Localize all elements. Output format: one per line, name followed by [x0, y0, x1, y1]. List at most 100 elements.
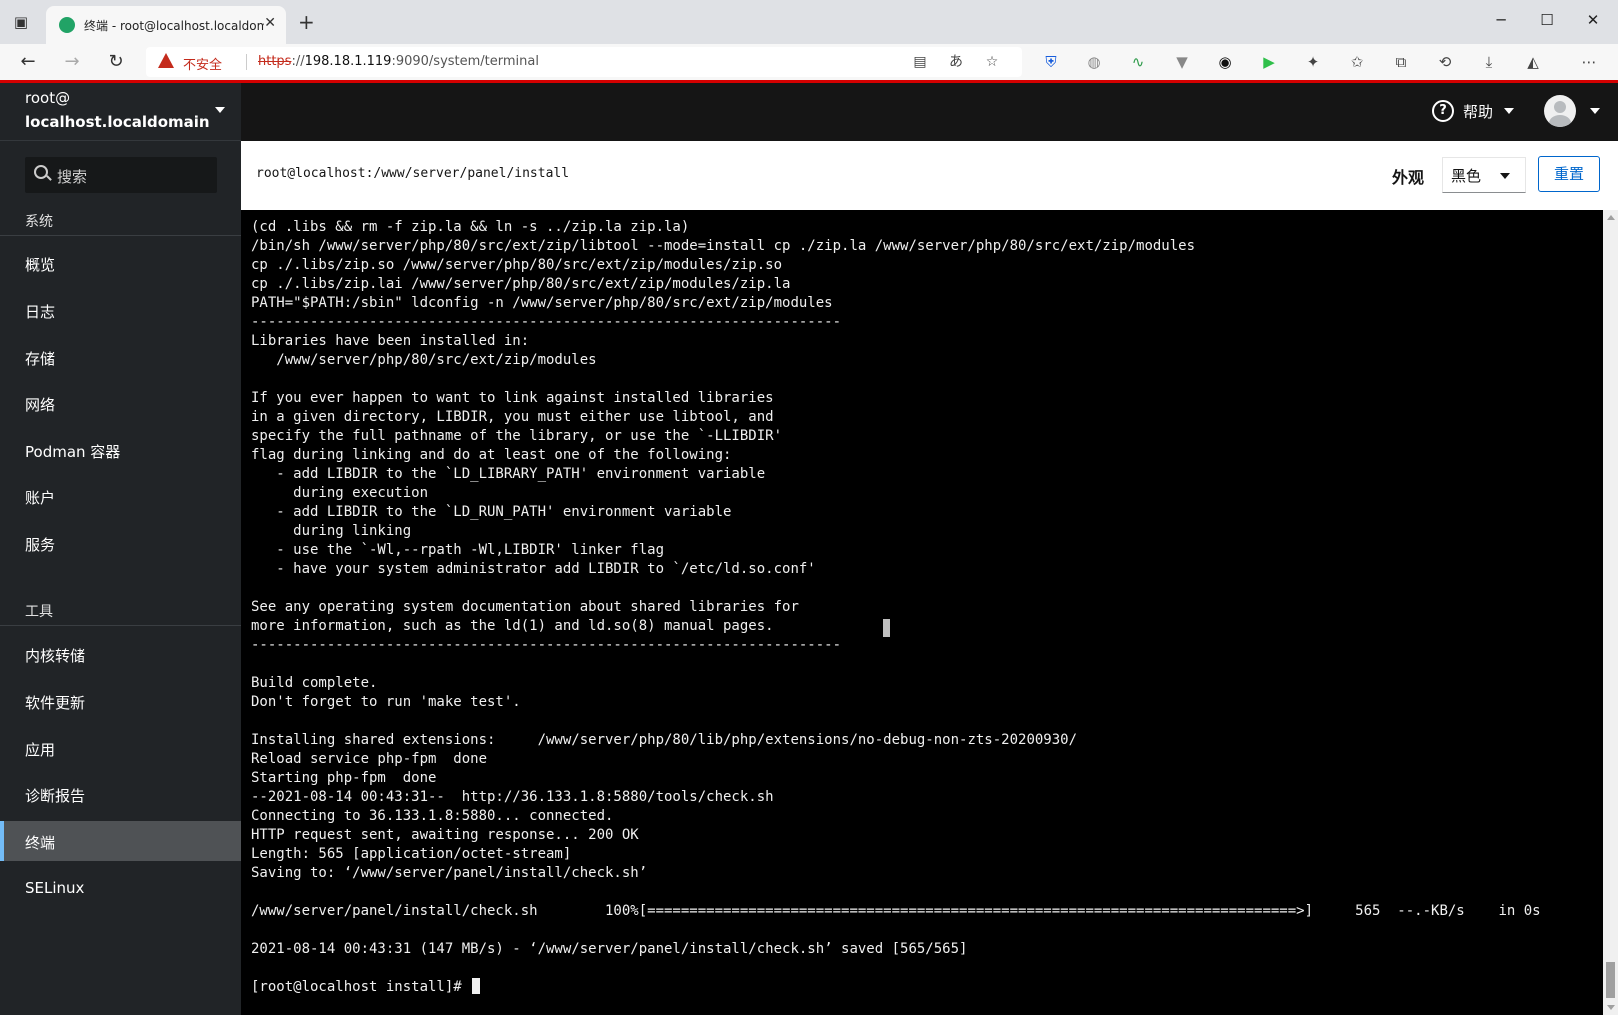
scroll-down-icon[interactable]: [1607, 1005, 1615, 1010]
terminal-line: PATH="$PATH:/sbin" ldconfig -n /www/serv…: [251, 295, 833, 311]
help-caret-icon: [1504, 108, 1514, 114]
minimize-icon[interactable]: ─: [1478, 6, 1524, 34]
refresh-icon[interactable]: ↻: [102, 49, 130, 75]
terminal-scrollbar[interactable]: [1603, 210, 1618, 1015]
help-question-icon: ?: [1432, 100, 1454, 122]
terminal-line: during linking: [251, 523, 412, 539]
terminal-line: If you ever happen to want to link again…: [251, 390, 774, 406]
theme-select[interactable]: 黑色: [1442, 157, 1526, 193]
window-close-icon[interactable]: ✕: [1570, 6, 1616, 34]
sidebar-item-logs[interactable]: 日志: [0, 290, 241, 330]
sidebar-item-accounts[interactable]: 账户: [0, 476, 241, 516]
extensions-puzzle-icon[interactable]: ✦: [1302, 49, 1324, 75]
new-tab-icon[interactable]: +: [298, 10, 315, 34]
vue-extension-icon[interactable]: ▼: [1171, 49, 1193, 75]
security-warning[interactable]: 不安全: [183, 54, 222, 73]
chevron-down-icon: [1500, 173, 1510, 179]
play-extension-icon[interactable]: ▶: [1258, 49, 1280, 75]
sidebar-item-label: 诊断报告: [25, 787, 86, 805]
user-avatar-icon: [1544, 95, 1576, 127]
terminal-line: --2021-08-14 00:43:31-- http://36.133.1.…: [251, 789, 774, 805]
sidebar-item-label: 账户: [25, 489, 56, 507]
terminal-line: flag during linking and do at least one …: [251, 447, 732, 463]
terminal-line: ----------------------------------------…: [251, 314, 842, 330]
back-arrow-icon[interactable]: ←: [14, 49, 42, 75]
sidebar-item-kdump[interactable]: 内核转储: [0, 634, 241, 674]
sidebar-item-terminal[interactable]: 终端: [0, 821, 241, 861]
help-label: 帮助: [1463, 103, 1494, 121]
sidebar: root@ localhost.localdomain 搜索 系统 概览 日志 …: [0, 83, 241, 1015]
sidebar-item-label: 日志: [25, 303, 56, 321]
terminal-line: See any operating system documentation a…: [251, 599, 799, 615]
terminal-line: in a given directory, LIBDIR, you must e…: [251, 409, 774, 425]
terminal-line: (cd .libs && rm -f zip.la && ln -s ../zi…: [251, 219, 690, 235]
bitwarden-extension-icon[interactable]: ⛨: [1040, 49, 1062, 75]
terminal-line: Installing shared extensions: /www/serve…: [251, 732, 1078, 748]
address-bar[interactable]: 不安全 https://198.18.1.119:9090/system/ter…: [146, 47, 1022, 77]
terminal-line: 2021-08-14 00:43:31 (147 MB/s) - ‘/www/s…: [251, 941, 968, 957]
extension-badge-icon[interactable]: ◍: [1083, 49, 1105, 75]
sidebar-item-label: 概览: [25, 256, 56, 274]
terminal-toolbar: root@localhost:/www/server/panel/install…: [241, 141, 1618, 211]
pulse-extension-icon[interactable]: ∿: [1127, 49, 1149, 75]
browser-tab-active[interactable]: 终端 - root@localhost.localdomain ✕: [46, 6, 286, 44]
sidebar-item-podman[interactable]: Podman 容器: [0, 430, 241, 470]
sidebar-item-label: 网络: [25, 396, 56, 414]
more-menu-icon[interactable]: ⋯: [1578, 49, 1600, 75]
maximize-icon[interactable]: ☐: [1524, 6, 1570, 34]
downloads-icon[interactable]: ⤓: [1478, 49, 1500, 75]
terminal-line: Saving to: ‘/www/server/panel/install/ch…: [251, 865, 648, 881]
terminal-line: - use the `-Wl,--rpath -Wl,LIBDIR' linke…: [251, 542, 665, 558]
terminal-line: /bin/sh /www/server/php/80/src/ext/zip/l…: [251, 238, 1196, 254]
sidebar-item-overview[interactable]: 概览: [0, 243, 241, 283]
browser-navbar: ← → ↻ 不安全 https://198.18.1.119:9090/syst…: [0, 44, 1618, 81]
sidebar-item-diagnostics[interactable]: 诊断报告: [0, 774, 241, 814]
history-icon[interactable]: ⟲: [1434, 49, 1456, 75]
address-separator: [246, 54, 247, 70]
host-divider: [0, 140, 241, 141]
translate-icon[interactable]: あ: [946, 53, 966, 71]
sidebar-item-selinux[interactable]: SELinux: [0, 868, 241, 908]
terminal-title-path: root@localhost:/www/server/panel/install: [256, 166, 570, 181]
forward-arrow-icon[interactable]: →: [58, 49, 86, 75]
add-favorite-icon[interactable]: ☆: [982, 53, 1002, 71]
profile-avatar-icon[interactable]: ◭: [1522, 49, 1544, 75]
collections-icon[interactable]: ⧉: [1390, 49, 1412, 75]
sidebar-item-storage[interactable]: 存储: [0, 337, 241, 377]
terminal-line: Starting php-fpm done: [251, 770, 437, 786]
address-url[interactable]: https://198.18.1.119:9090/system/termina…: [258, 54, 539, 69]
sidebar-search-input[interactable]: 搜索: [25, 157, 217, 193]
sidebar-item-label: 内核转储: [25, 647, 86, 665]
section-divider: [0, 235, 241, 236]
reset-button[interactable]: 重置: [1538, 156, 1600, 192]
browser-titlebar: ▣ 终端 - root@localhost.localdomain ✕ + ─ …: [0, 0, 1618, 44]
tab-actions-menu-icon[interactable]: ▣: [10, 12, 32, 32]
sidebar-item-apps[interactable]: 应用: [0, 728, 241, 768]
terminal-line: cp ./.libs/zip.lai /www/server/php/80/sr…: [251, 276, 791, 292]
search-icon: [34, 165, 48, 179]
terminal-line: during execution: [251, 485, 429, 501]
terminal-screen[interactable]: (cd .libs && rm -f zip.la && ln -s ../zi…: [241, 210, 1618, 1015]
sidebar-item-updates[interactable]: 软件更新: [0, 681, 241, 721]
favorites-icon[interactable]: ✩: [1346, 49, 1368, 75]
terminal-line: more information, such as the ld(1) and …: [251, 618, 774, 634]
scroll-up-icon[interactable]: [1607, 215, 1615, 220]
sidebar-item-label: 软件更新: [25, 694, 86, 712]
sidebar-item-label: Podman 容器: [25, 443, 121, 461]
cockpit-favicon-icon: [59, 17, 75, 33]
scrollbar-thumb[interactable]: [1606, 962, 1615, 998]
tampermonkey-extension-icon[interactable]: ◉: [1214, 49, 1236, 75]
tab-close-icon[interactable]: ✕: [264, 15, 276, 31]
section-divider: [0, 625, 241, 626]
terminal-line: specify the full pathname of the library…: [251, 428, 783, 444]
host-dropdown-caret-icon: [215, 107, 225, 113]
sidebar-item-networking[interactable]: 网络: [0, 383, 241, 423]
sidebar-item-services[interactable]: 服务: [0, 523, 241, 563]
terminal-line: Length: 565 [application/octet-stream]: [251, 846, 572, 862]
reading-view-icon[interactable]: ▤: [910, 53, 930, 71]
search-placeholder: 搜索: [57, 168, 88, 186]
terminal-line: - have your system administrator add LIB…: [251, 561, 816, 577]
sidebar-item-label: 服务: [25, 536, 56, 554]
